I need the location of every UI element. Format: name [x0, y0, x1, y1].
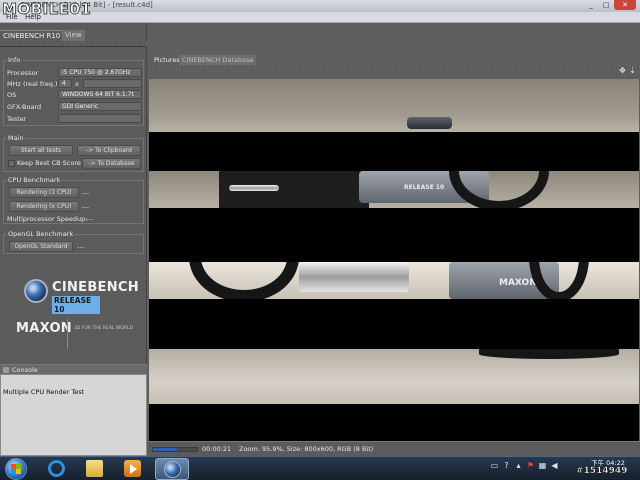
internet-explorer-icon — [48, 460, 65, 477]
taskbar: ▭ ? ▴ ⚑ ▦ ◀ 下午 04:22 #1514949 — [0, 456, 640, 480]
os-label: OS — [7, 91, 17, 99]
taskbar-media-player[interactable] — [116, 458, 150, 480]
menu-bar: File Help — [0, 12, 640, 23]
reference-tag: #1514949 — [576, 466, 628, 476]
release-badge: RELEASE 10 — [52, 296, 100, 314]
cinebench-wordmark: CINEBENCH — [52, 280, 139, 295]
render-single-cpu-button[interactable]: Rendering (1 CPU) — [9, 187, 79, 198]
render-shadow — [479, 349, 619, 359]
info-group-title: Info — [7, 56, 22, 64]
console-text: Multiple CPU Render Test — [3, 388, 85, 396]
render-seat-shape — [407, 117, 452, 129]
left-panel: CINEBENCH R10 View Info Processor i5 CPU… — [0, 23, 147, 456]
to-clipboard-button[interactable]: -> To Clipboard — [77, 145, 141, 156]
console-output[interactable]: Multiple CPU Render Test — [0, 374, 147, 456]
taskbar-cinebench[interactable] — [155, 458, 189, 480]
render-strip-3: MAXON — [149, 262, 639, 299]
render-maxon-label: MAXON — [499, 278, 537, 288]
keep-best-checkbox[interactable] — [8, 160, 15, 167]
tester-field[interactable] — [58, 114, 142, 123]
mhz-x-label: x — [75, 80, 79, 88]
move-icon[interactable]: ✥ — [618, 66, 627, 75]
maxon-tagline: 3D FOR THE REAL WORLD — [74, 326, 133, 331]
tester-label: Tester — [7, 115, 27, 123]
start-all-tests-button[interactable]: Start all tests — [9, 145, 73, 156]
render-strip-2: RELEASE 10 — [149, 171, 639, 208]
flag-icon[interactable]: ⚑ — [526, 461, 535, 470]
folder-icon — [86, 460, 103, 477]
close-button[interactable]: ✕ — [614, 0, 636, 10]
cinebench-logo-icon — [24, 279, 48, 303]
notification-icon[interactable]: ▴ — [514, 461, 523, 470]
main-group: Main Start all tests -> To Clipboard Kee… — [3, 134, 144, 172]
render-strip-1 — [149, 79, 639, 132]
speedup-label: Multiprocessor Speedup: — [7, 215, 88, 223]
processor-label: Processor — [7, 69, 39, 77]
media-player-icon — [124, 460, 141, 477]
window-controls: _ □ ✕ — [583, 0, 636, 10]
cpu-group-title: CPU Benchmark — [7, 176, 62, 184]
tab-cinebench[interactable]: CINEBENCH R10 — [0, 30, 64, 41]
right-panel: Pictures CINEBENCH Database ✥ ⇣ RELEASE … — [148, 23, 640, 464]
console-title: Console — [12, 366, 38, 374]
windows-logo-icon — [11, 464, 21, 474]
help-icon[interactable]: ? — [502, 461, 511, 470]
opengl-result: --- — [77, 243, 85, 251]
cpu-benchmark-group: CPU Benchmark Rendering (1 CPU) --- Rend… — [3, 176, 144, 224]
main-group-title: Main — [7, 134, 25, 142]
render-multi-cpu-button[interactable]: Rendering (x CPU) — [9, 201, 79, 212]
network-icon[interactable]: ▦ — [538, 461, 547, 470]
tab-view[interactable]: View — [62, 30, 85, 41]
render-strip-4 — [149, 349, 639, 404]
render-chrome-engine — [299, 262, 409, 292]
opengl-group-title: OpenGL Benchmark — [7, 230, 75, 238]
cinebench-window: CINEBENCH R10 [64 Bit] - [result.c4d] _ … — [0, 0, 640, 464]
gfx-field[interactable]: GDI Generic — [58, 102, 142, 111]
minimize-button[interactable]: _ — [584, 0, 598, 10]
keep-best-label: Keep Best CB Score — [17, 159, 81, 167]
title-bar: CINEBENCH R10 [64 Bit] - [result.c4d] _ … — [0, 0, 640, 12]
render-progress-bar — [152, 447, 198, 452]
status-bar: 00:00:21 Zoom: 95.9%, Size: 800x600, RGB… — [148, 441, 640, 456]
arrow-down-icon[interactable]: ⇣ — [628, 66, 637, 75]
maxon-logo: MAXON — [16, 321, 72, 336]
right-tab-divider — [148, 65, 640, 69]
to-database-button[interactable]: -> To Database — [82, 158, 141, 169]
opengl-standard-button[interactable]: OpenGL Standard — [9, 241, 73, 252]
info-group: Info Processor i5 CPU 750 @ 2.67GHz MHz … — [3, 56, 144, 126]
taskbar-explorer[interactable] — [78, 458, 112, 480]
opengl-benchmark-group: OpenGL Benchmark OpenGL Standard --- — [3, 230, 144, 254]
taskbar-internet-explorer[interactable] — [40, 458, 74, 480]
console-header[interactable]: Console — [0, 364, 147, 374]
logo-divider — [67, 319, 68, 349]
render-exhaust-shape — [229, 185, 279, 191]
tab-pictures[interactable]: Pictures — [151, 55, 183, 65]
volume-icon[interactable]: ◀ — [550, 461, 559, 470]
watermark-logo: MOBILE01 — [2, 0, 92, 18]
render-view[interactable]: RELEASE 10 MAXON — [149, 79, 639, 464]
system-tray: ▭ ? ▴ ⚑ ▦ ◀ — [490, 461, 562, 470]
render-time: 00:00:21 — [202, 445, 232, 453]
mhz-freq-field[interactable] — [83, 79, 142, 88]
render-release-label: RELEASE 10 — [404, 184, 445, 191]
render-front-tire — [189, 262, 299, 299]
single-cpu-result: --- — [82, 189, 90, 197]
mhz-label: MHz (real freq.) — [7, 80, 58, 88]
zoom-info: Zoom: 95.9%, Size: 800x600, RGB (8 Bit) — [239, 445, 374, 453]
tab-divider — [0, 42, 147, 47]
mhz-field[interactable]: 4 — [58, 79, 72, 88]
tab-cinebench-database[interactable]: CINEBENCH Database — [179, 55, 257, 65]
os-field[interactable]: WINDOWS 64 BIT 6.1.7t — [58, 90, 142, 99]
processor-field[interactable]: i5 CPU 750 @ 2.67GHz — [58, 68, 142, 77]
multi-cpu-result: --- — [82, 203, 90, 211]
keyboard-icon[interactable]: ▭ — [490, 461, 499, 470]
gfx-label: GFX-Board — [7, 103, 42, 111]
left-tab-bar: CINEBENCH R10 View — [0, 30, 147, 42]
maximize-button[interactable]: □ — [599, 0, 613, 10]
cinebench-task-icon — [164, 461, 181, 478]
speedup-result: --- — [86, 215, 94, 223]
start-button[interactable] — [5, 458, 27, 480]
console-toggle-icon[interactable] — [3, 367, 9, 373]
progress-fill — [153, 448, 178, 451]
